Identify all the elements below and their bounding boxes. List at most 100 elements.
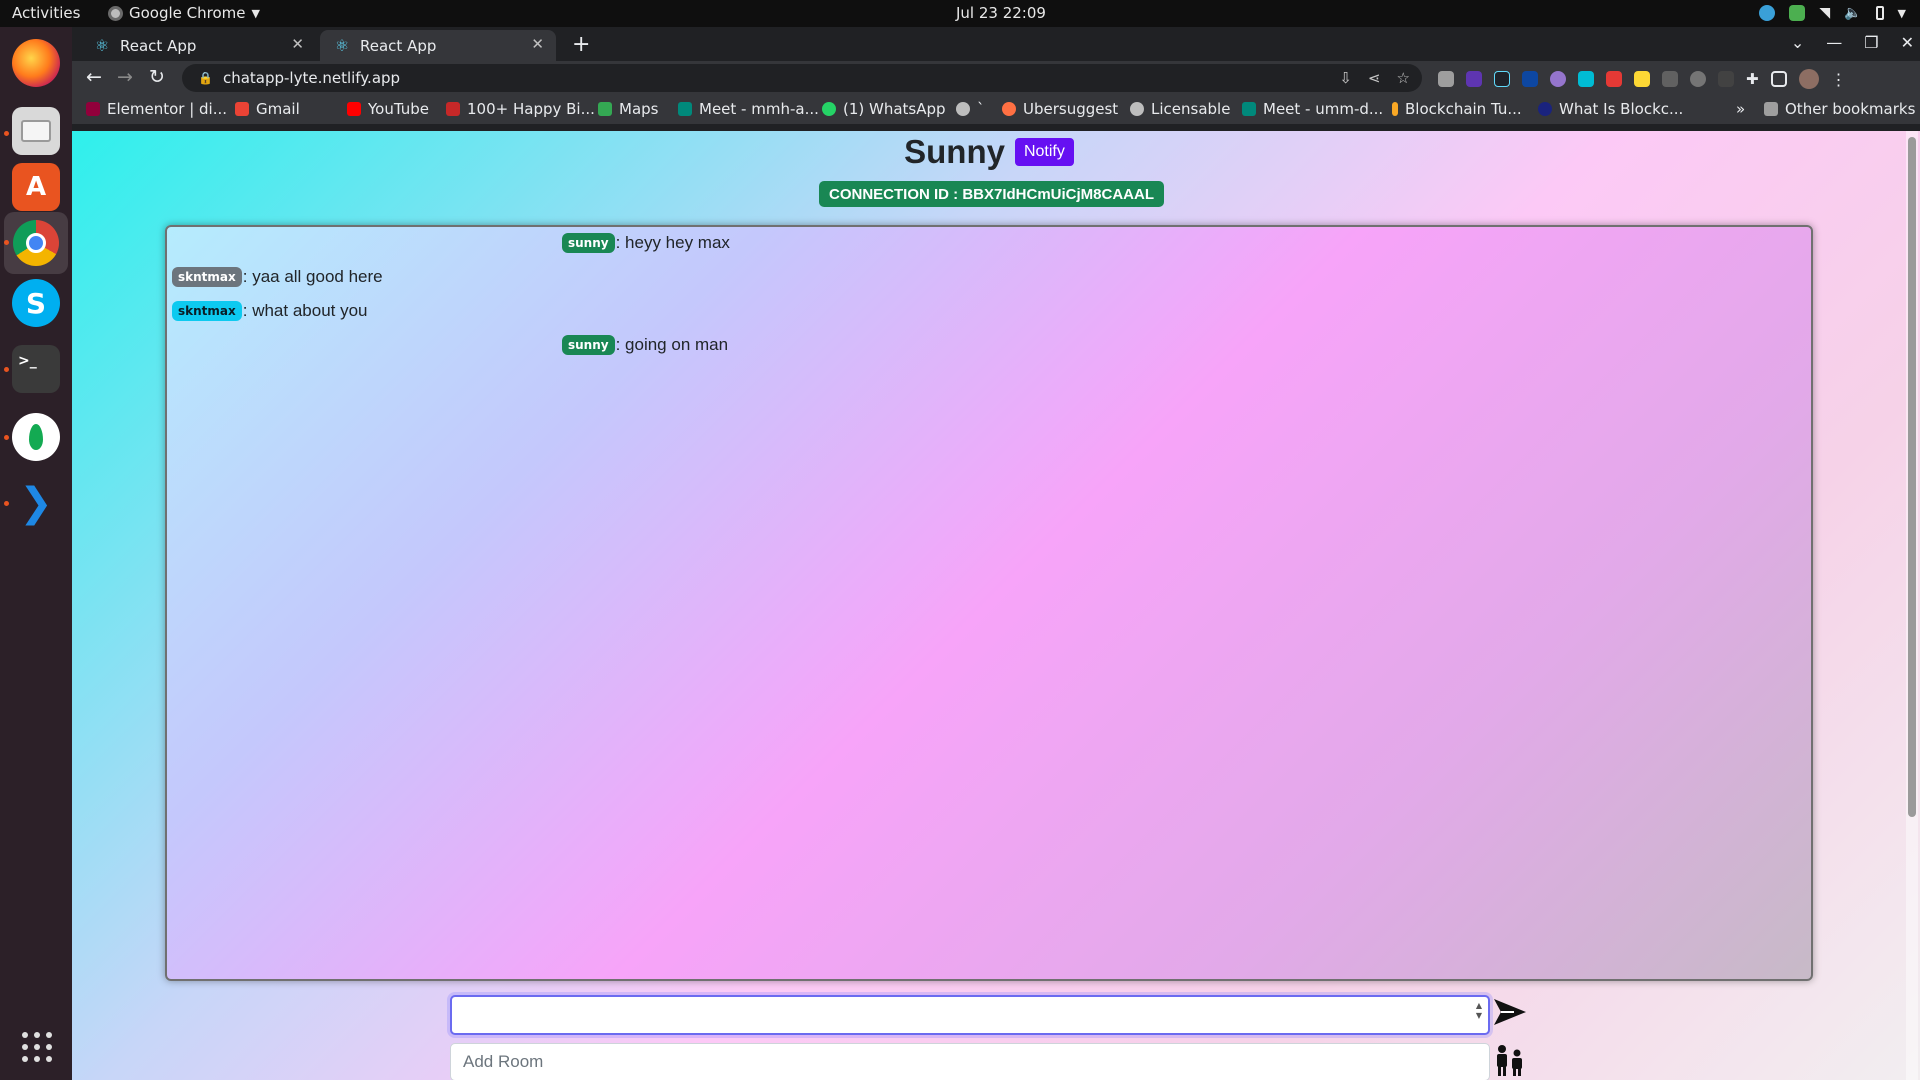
skype-icon[interactable]: S <box>12 279 60 327</box>
tab-strip: ⚛ React App ✕ ⚛ React App ✕ + ⌄ — ❐ ✕ <box>72 27 1920 61</box>
bookmark-elementor[interactable]: Elementor | di... <box>86 100 227 118</box>
running-indicator <box>4 367 9 372</box>
chrome-icon <box>108 5 123 21</box>
terminal-icon[interactable]: >_ <box>12 345 60 393</box>
app-menu[interactable]: Google Chrome ▼ <box>108 4 260 22</box>
connection-id-badge: CONNECTION ID : BBX7IdHCmUiCjM8CAAAL <box>819 181 1165 207</box>
lightbulb-extension-icon[interactable] <box>1634 71 1650 87</box>
bookmark-star-icon[interactable]: ☆ <box>1397 69 1410 87</box>
scrollbar-thumb[interactable] <box>1908 137 1916 817</box>
running-indicator <box>4 435 9 440</box>
bookmark-meet-2[interactable]: Meet - umm-d... <box>1242 100 1383 118</box>
bookmark-what-is-blockchain[interactable]: What Is Blockc... <box>1538 100 1683 118</box>
bookmark-happy-birthday[interactable]: 100+ Happy Bi... <box>446 100 595 118</box>
extensions-puzzle-icon[interactable]: ✚ <box>1746 70 1759 88</box>
side-panel-icon[interactable] <box>1770 71 1787 87</box>
tab-search-chevron-icon[interactable]: ⌄ <box>1791 33 1804 52</box>
sender-badge: skntmax <box>172 301 242 321</box>
chat-message: skntmax : yaa all good here <box>172 267 383 287</box>
wave-extension-icon[interactable] <box>1662 71 1678 87</box>
app-center-icon[interactable]: A <box>12 163 60 211</box>
page-viewport: Sunny Notify CONNECTION ID : BBX7IdHCmUi… <box>72 131 1920 1080</box>
bookmark-licensable[interactable]: Licensable <box>1130 100 1230 118</box>
bookmarks-overflow-icon[interactable]: » <box>1736 100 1745 118</box>
back-arrow-icon[interactable]: ← <box>86 66 102 88</box>
red-extension-icon[interactable] <box>1606 71 1622 87</box>
show-apps-grid-icon[interactable] <box>22 1032 52 1062</box>
forward-arrow-icon[interactable]: → <box>117 66 133 88</box>
minimize-icon[interactable]: — <box>1826 33 1842 52</box>
bookmark-ubersuggest[interactable]: Ubersuggest <box>1002 100 1118 118</box>
chat-messages-box[interactable]: sunny : heyy hey max skntmax : yaa all g… <box>165 225 1813 981</box>
wifi-icon: ◥ <box>1819 5 1831 21</box>
grid-extension-icon[interactable] <box>1522 71 1538 87</box>
sender-badge: skntmax <box>172 267 242 287</box>
bookmark-maps[interactable]: Maps <box>598 100 658 118</box>
add-room-input[interactable]: Add Room <box>450 1043 1490 1080</box>
activities-button[interactable]: Activities <box>12 4 80 22</box>
clock[interactable]: Jul 23 22:09 <box>956 4 1046 22</box>
message-input[interactable]: ▲ ▼ <box>450 995 1490 1035</box>
new-tab-plus-icon[interactable]: + <box>572 32 590 57</box>
battery-icon <box>1875 6 1884 20</box>
window-controls: ⌄ — ❐ ✕ <box>1791 33 1914 52</box>
url-text: chatapp-lyte.netlify.app <box>222 69 401 87</box>
message-text: : heyy hey max <box>615 233 730 252</box>
kebab-menu-icon[interactable]: ⋮ <box>1831 70 1847 89</box>
circle-extension-icon[interactable] <box>1690 71 1706 87</box>
react-devtools-extension-icon[interactable] <box>1494 71 1510 87</box>
chrome-icon[interactable] <box>4 212 68 274</box>
address-bar[interactable]: 🔒 chatapp-lyte.netlify.app ⇩ ⋖ ☆ <box>182 64 1422 92</box>
share-icon[interactable]: ⋖ <box>1368 69 1381 87</box>
camera-extension-icon[interactable] <box>1438 71 1454 87</box>
colorzilla-extension-icon[interactable] <box>1578 71 1594 87</box>
running-indicator <box>4 240 9 245</box>
browser-toolbar: ← → ↻ 🔒 chatapp-lyte.netlify.app ⇩ ⋖ ☆ ✚ <box>72 61 1920 95</box>
message-text: : going on man <box>615 335 729 354</box>
files-icon[interactable] <box>12 107 60 155</box>
bookmark-gmail[interactable]: Gmail <box>235 100 300 118</box>
tab-react-app-1[interactable]: ⚛ React App ✕ <box>80 30 316 61</box>
number-spinner-icon[interactable]: ▲ ▼ <box>1476 1001 1482 1021</box>
bookmark-whatsapp[interactable]: (1) WhatsApp <box>822 100 946 118</box>
react-icon: ⚛ <box>334 35 350 55</box>
reload-icon[interactable]: ↻ <box>149 66 165 88</box>
close-icon[interactable]: ✕ <box>291 35 304 53</box>
close-window-icon[interactable]: ✕ <box>1901 33 1914 52</box>
message-text: : yaa all good here <box>242 267 383 286</box>
bookmarks-bar: Elementor | di... Gmail YouTube 100+ Hap… <box>72 95 1920 124</box>
dock: A S >_ ❯ <box>0 27 72 1080</box>
tab-label: React App <box>120 36 197 55</box>
send-arrow-icon[interactable] <box>1492 995 1528 1029</box>
profile-avatar[interactable] <box>1798 69 1819 89</box>
restore-icon[interactable]: ❐ <box>1864 33 1878 52</box>
people-icon[interactable] <box>1492 1043 1528 1077</box>
dark-extension-icon[interactable] <box>1718 71 1734 87</box>
tab-react-app-2[interactable]: ⚛ React App ✕ <box>320 30 556 61</box>
install-app-icon[interactable]: ⇩ <box>1339 69 1352 87</box>
vscode-icon[interactable]: ❯ <box>12 479 60 527</box>
page-scrollbar[interactable] <box>1906 131 1918 1080</box>
system-top-bar: Activities Google Chrome ▼ Jul 23 22:09 … <box>0 0 1920 27</box>
omnibox-actions: ⇩ ⋖ ☆ <box>1339 64 1410 92</box>
chat-message: sunny : going on man <box>562 335 728 355</box>
firefox-icon[interactable] <box>12 39 60 87</box>
bookmark-meet-1[interactable]: Meet - mmh-a... <box>678 100 819 118</box>
mongodb-compass-icon[interactable] <box>12 413 60 461</box>
bookmark-youtube[interactable]: YouTube <box>347 100 429 118</box>
react-icon: ⚛ <box>94 35 110 55</box>
other-bookmarks[interactable]: Other bookmarks <box>1764 100 1915 118</box>
bookmark-blockchain-tutorial[interactable]: Blockchain Tu... <box>1392 100 1522 118</box>
folder-icon <box>1764 102 1778 116</box>
app-menu-label: Google Chrome <box>129 4 246 22</box>
system-tray[interactable]: ◥ 🔈 ▼ <box>1759 5 1906 21</box>
infinity-extension-icon[interactable] <box>1466 71 1482 87</box>
power-menu-icon: ▼ <box>1897 6 1906 20</box>
sender-badge: sunny <box>562 335 615 355</box>
bookmark-globe[interactable]: ` <box>956 100 985 118</box>
close-icon[interactable]: ✕ <box>531 35 544 53</box>
running-indicator <box>4 501 9 506</box>
notify-button[interactable]: Notify <box>1014 138 1074 166</box>
drop-extension-icon[interactable] <box>1550 71 1566 87</box>
volume-icon: 🔈 <box>1844 5 1862 21</box>
